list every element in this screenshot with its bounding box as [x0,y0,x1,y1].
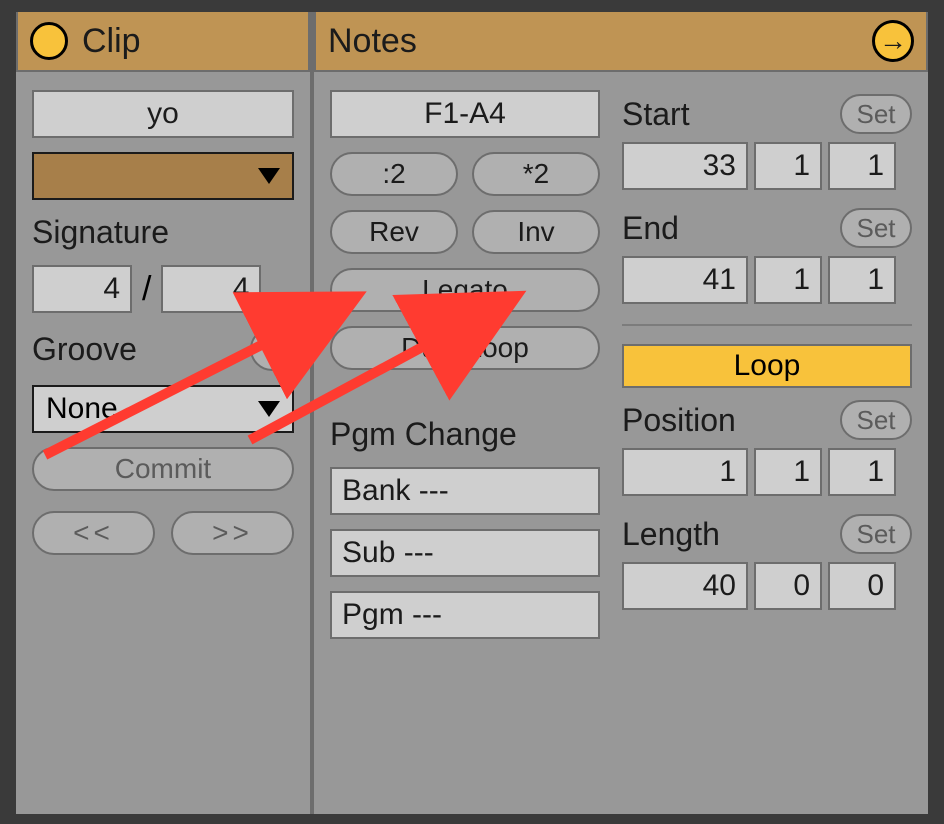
invert-button[interactable]: Inv [472,210,600,254]
bank-field[interactable]: Bank --- [330,467,600,515]
time-sig-numerator[interactable]: 4 [32,265,132,313]
end-bars[interactable]: 41 [622,256,748,304]
clip-active-indicator-icon[interactable] [30,22,68,60]
reverse-button[interactable]: Rev [330,210,458,254]
legato-button[interactable]: Legato [330,268,600,312]
length-bars[interactable]: 40 [622,562,748,610]
length-set-button[interactable]: Set [840,514,912,554]
nudge-back-button[interactable]: << [32,511,155,555]
length-sixteenths[interactable]: 0 [828,562,896,610]
loop-toggle-button[interactable]: Loop [622,344,912,388]
clip-name-input[interactable]: yo [32,90,294,138]
position-label: Position [622,402,736,439]
clip-view-panel: Clip yo Signature 4 / 4 Groove [16,12,928,814]
notes-title: Notes [328,22,417,61]
clip-title: Clip [82,22,141,61]
length-label: Length [622,516,720,553]
halve-button[interactable]: :2 [330,152,458,196]
clip-header: Clip [16,12,310,72]
end-sixteenths[interactable]: 1 [828,256,896,304]
pgm-field[interactable]: Pgm --- [330,591,600,639]
end-label: End [622,210,679,247]
start-set-button[interactable]: Set [840,94,912,134]
clip-panel: Clip yo Signature 4 / 4 Groove [16,12,314,814]
start-sixteenths[interactable]: 1 [828,142,896,190]
end-set-button[interactable]: Set [840,208,912,248]
loop-column: Start Set 33 1 1 End Set 41 1 1 [614,90,912,804]
notes-panel: Notes → F1-A4 :2 *2 Rev Inv Legato Dupl.… [314,12,928,814]
notes-tools-column: F1-A4 :2 *2 Rev Inv Legato Dupl.Loop Pgm… [330,90,600,804]
groove-hotswap-icon[interactable] [250,327,294,371]
groove-dropdown[interactable]: None [32,385,294,433]
chevron-down-icon [258,168,280,184]
commit-button[interactable]: Commit [32,447,294,491]
notes-header: Notes → [314,12,928,72]
position-beats[interactable]: 1 [754,448,822,496]
groove-label: Groove [32,331,137,368]
divider [622,324,912,326]
length-beats[interactable]: 0 [754,562,822,610]
position-bars[interactable]: 1 [622,448,748,496]
time-sig-denominator[interactable]: 4 [161,265,261,313]
groove-value: None [46,392,118,426]
duplicate-loop-button[interactable]: Dupl.Loop [330,326,600,370]
expand-arrow-icon[interactable]: → [872,20,914,62]
pgm-change-label: Pgm Change [330,416,600,453]
sub-field[interactable]: Sub --- [330,529,600,577]
position-sixteenths[interactable]: 1 [828,448,896,496]
chevron-down-icon [258,401,280,417]
swap-icon [261,338,283,360]
nudge-forward-button[interactable]: >> [171,511,294,555]
start-label: Start [622,96,690,133]
note-range-display[interactable]: F1-A4 [330,90,600,138]
signature-label: Signature [32,214,294,251]
double-button[interactable]: *2 [472,152,600,196]
end-beats[interactable]: 1 [754,256,822,304]
clip-color-dropdown[interactable] [32,152,294,200]
start-bars[interactable]: 33 [622,142,748,190]
position-set-button[interactable]: Set [840,400,912,440]
time-sig-slash: / [142,270,151,309]
start-beats[interactable]: 1 [754,142,822,190]
